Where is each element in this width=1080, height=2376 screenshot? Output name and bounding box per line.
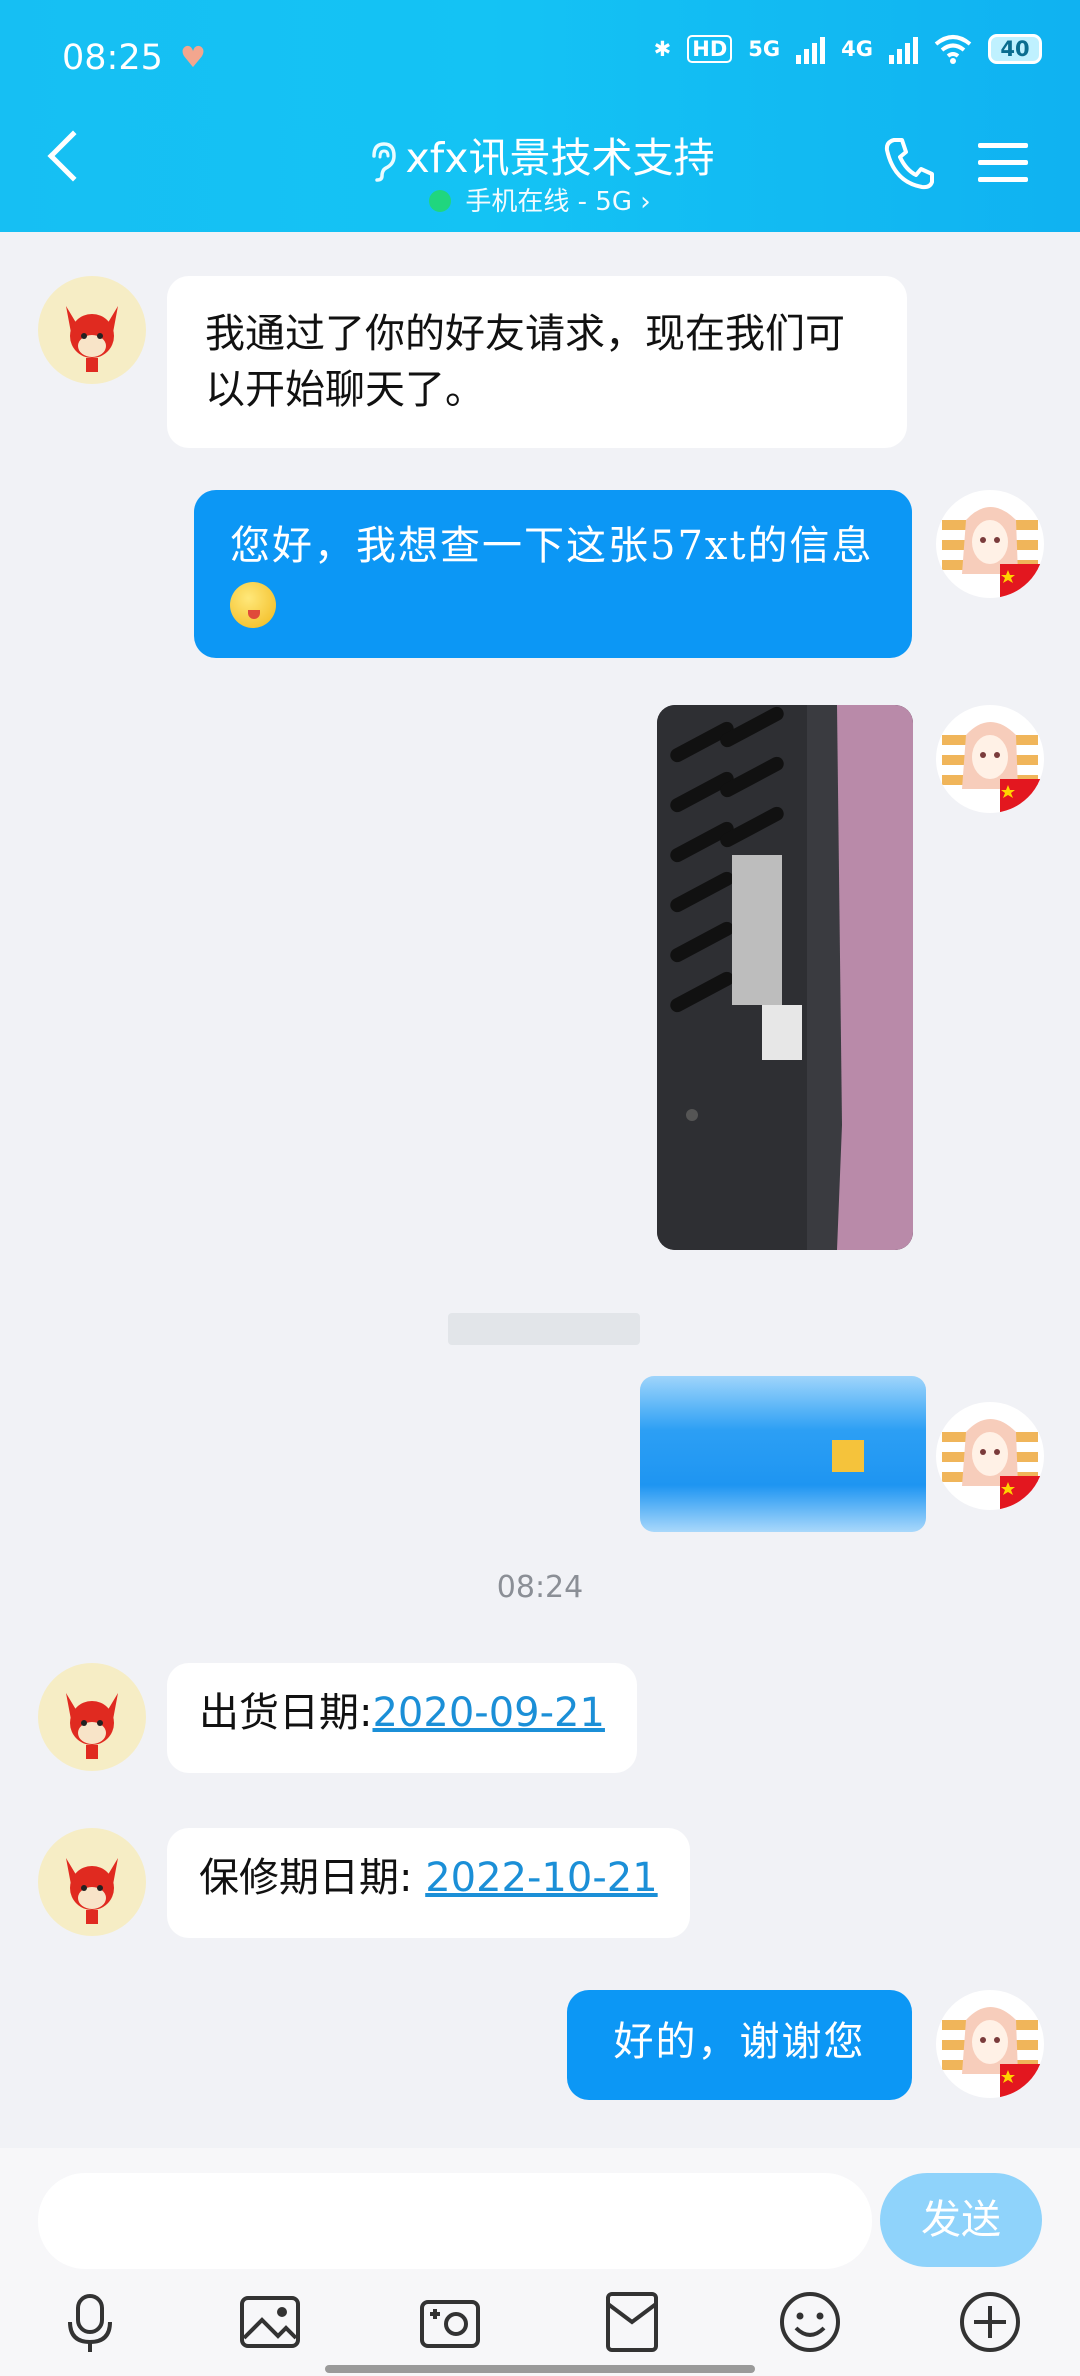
chat-header: 08:25 ♥ ✱ HD 5G 4G 40 xfx讯景技术支持 手机在线 - 5… — [0, 0, 1080, 232]
message-incoming[interactable]: 出货日期:2020-09-21 — [167, 1663, 637, 1773]
support-avatar[interactable] — [38, 276, 146, 384]
red-packet-icon[interactable] — [600, 2290, 664, 2354]
online-dot-icon — [429, 190, 452, 212]
camera-icon[interactable] — [418, 2290, 482, 2354]
message-text: 我通过了你的好友请求，现在我们可以开始聊天了。 — [205, 311, 845, 413]
emoji-smile-icon — [230, 582, 276, 628]
image-icon[interactable] — [238, 2290, 302, 2354]
redacted-system-notice — [448, 1313, 640, 1345]
my-avatar[interactable] — [936, 1402, 1044, 1510]
network-5g-label: 5G — [748, 37, 781, 61]
message-timestamp: 08:24 — [496, 1570, 584, 1605]
hd-icon: HD — [687, 35, 733, 63]
wifi-icon — [934, 35, 972, 64]
warranty-date-link[interactable]: 2022-10-21 — [425, 1855, 657, 1901]
my-avatar[interactable] — [936, 1990, 1044, 2098]
warranty-date-label: 保修期日期: — [199, 1855, 426, 1901]
chat-title-text: xfx讯景技术支持 — [405, 134, 715, 182]
my-avatar[interactable] — [936, 490, 1044, 598]
message-outgoing[interactable]: 您好，我想查一下这张57xt的信息 — [194, 490, 912, 658]
support-avatar[interactable] — [38, 1663, 146, 1771]
redacted-emoji — [832, 1440, 864, 1472]
fox-avatar-icon — [66, 1693, 118, 1759]
plus-icon[interactable] — [958, 2290, 1022, 2354]
fox-avatar-icon — [66, 306, 118, 372]
signal-icon-2 — [889, 34, 918, 64]
fox-avatar-icon — [66, 1858, 118, 1924]
bluetooth-icon: ✱ — [653, 37, 672, 61]
photo-graphics-card-image — [657, 705, 913, 1250]
battery-icon: 40 — [988, 34, 1042, 64]
message-photo[interactable] — [657, 705, 913, 1250]
status-icons: ✱ HD 5G 4G 40 — [654, 34, 1042, 64]
redacted-message[interactable] — [640, 1376, 926, 1532]
ship-date-label: 出货日期: — [199, 1690, 373, 1736]
send-button[interactable]: 发送 — [880, 2173, 1042, 2267]
anime-girl-avatar-icon — [942, 722, 1044, 813]
ship-date-link[interactable]: 2020-09-21 — [372, 1690, 604, 1736]
phone-call-button[interactable] — [884, 136, 934, 190]
heart-icon: ♥ — [180, 40, 206, 74]
anime-girl-avatar-icon — [942, 507, 1044, 598]
support-avatar[interactable] — [38, 1828, 146, 1936]
status-time: 08:25 — [62, 38, 163, 78]
message-incoming[interactable]: 保修期日期: 2022-10-21 — [167, 1828, 690, 1938]
anime-girl-avatar-icon — [942, 2007, 1044, 2098]
online-status-text: 手机在线 - 5G › — [465, 187, 651, 217]
anime-girl-avatar-icon — [942, 1419, 1044, 1510]
emoji-icon[interactable] — [778, 2290, 842, 2354]
ear-icon — [371, 142, 396, 182]
message-incoming[interactable]: 我通过了你的好友请求，现在我们可以开始聊天了。 — [167, 276, 907, 448]
message-input[interactable] — [38, 2173, 872, 2269]
microphone-icon[interactable] — [58, 2290, 122, 2354]
my-avatar[interactable] — [936, 705, 1044, 813]
home-indicator[interactable] — [325, 2365, 755, 2373]
message-outgoing[interactable]: 好的，谢谢您 — [567, 1990, 912, 2100]
signal-icon — [796, 34, 826, 64]
message-text: 您好，我想查一下这张57xt的信息 — [230, 523, 874, 569]
menu-button[interactable] — [978, 141, 1028, 185]
message-text: 好的，谢谢您 — [613, 2019, 866, 2065]
network-4g-label: 4G — [841, 37, 873, 61]
